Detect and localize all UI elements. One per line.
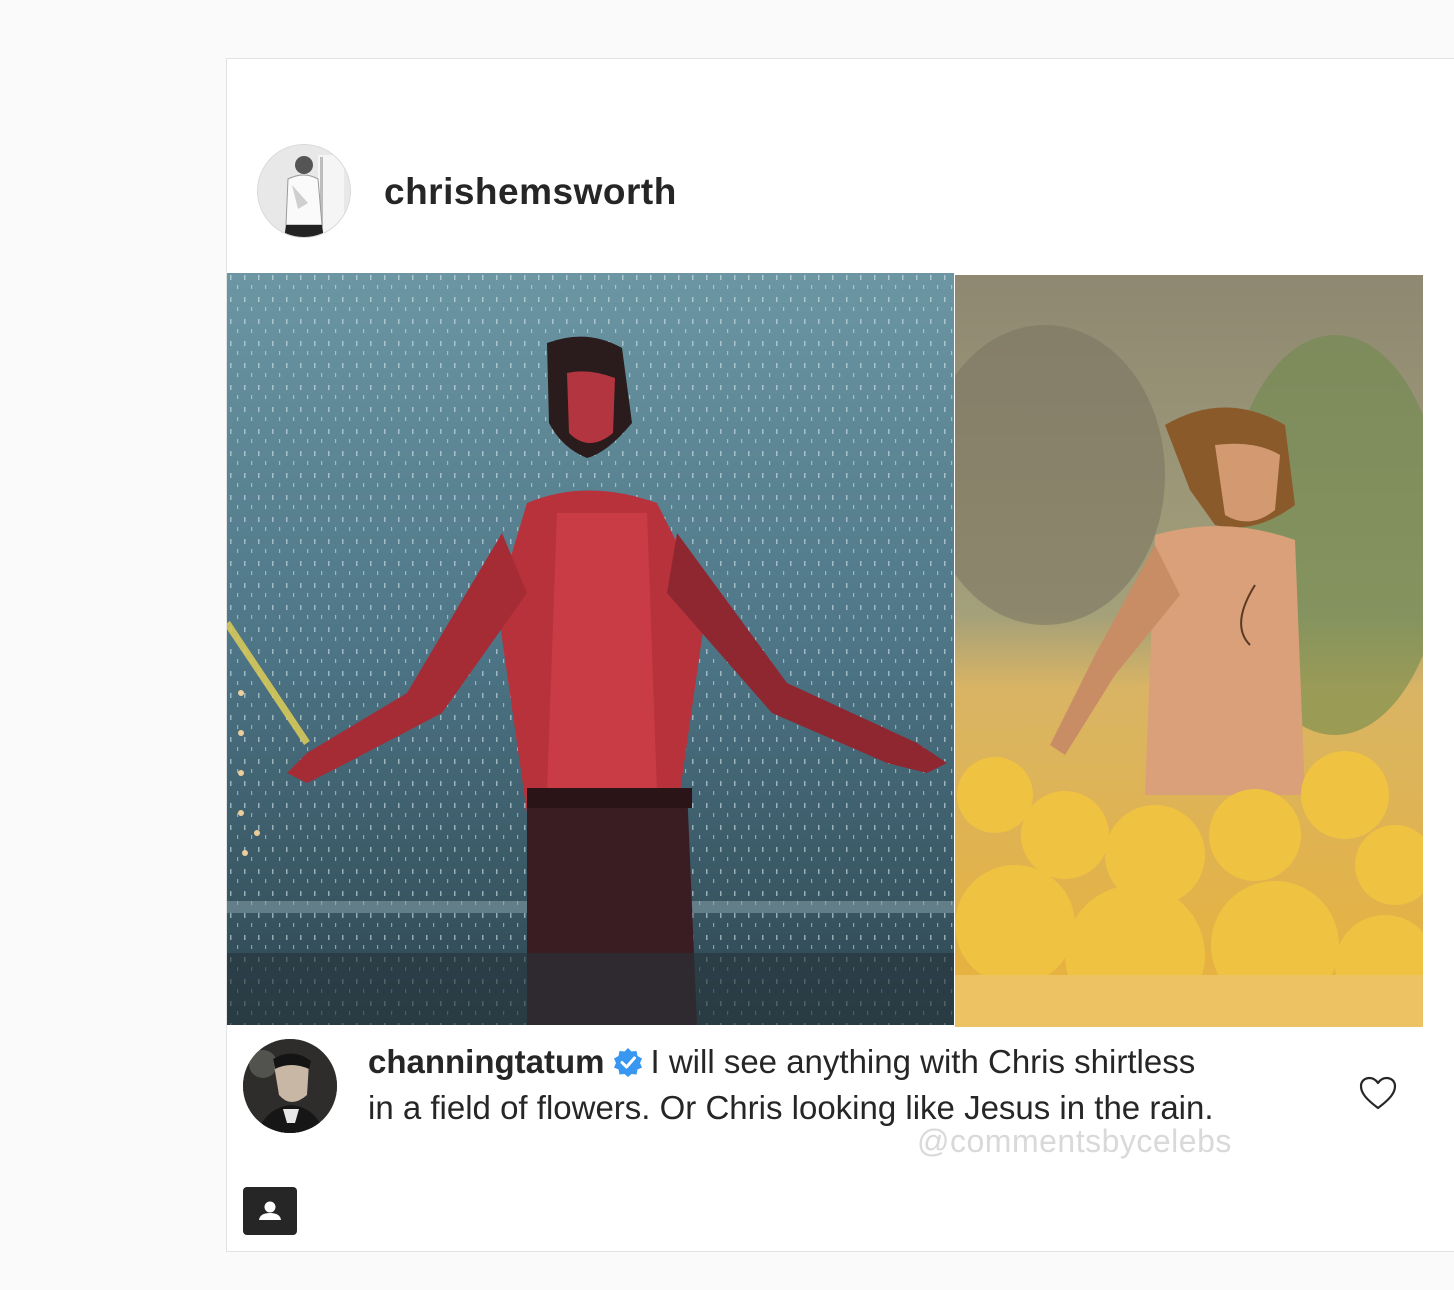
user-tag-icon[interactable] [243, 1183, 297, 1235]
author-avatar[interactable] [257, 144, 351, 238]
watermark: @commentsbycelebs [917, 1123, 1232, 1159]
rain-photo [227, 273, 954, 1025]
comment-text-block: channingtatum I will see anything with Ch… [368, 1041, 1228, 1129]
post-header: chrishemsworth [257, 144, 957, 242]
heart-outline-icon[interactable] [1358, 1075, 1398, 1111]
flower-field-photo [955, 275, 1423, 1027]
commenter-avatar[interactable] [243, 1039, 337, 1133]
author-username[interactable]: chrishemsworth [384, 171, 677, 213]
comment-row: channingtatum I will see anything with Ch… [243, 1039, 1443, 1179]
post-media [227, 273, 1425, 1027]
verified-badge-icon [613, 1045, 643, 1087]
post-card: chrishemsworth channingtatum I will see … [226, 58, 1454, 1252]
commenter-username[interactable]: channingtatum [368, 1043, 605, 1080]
